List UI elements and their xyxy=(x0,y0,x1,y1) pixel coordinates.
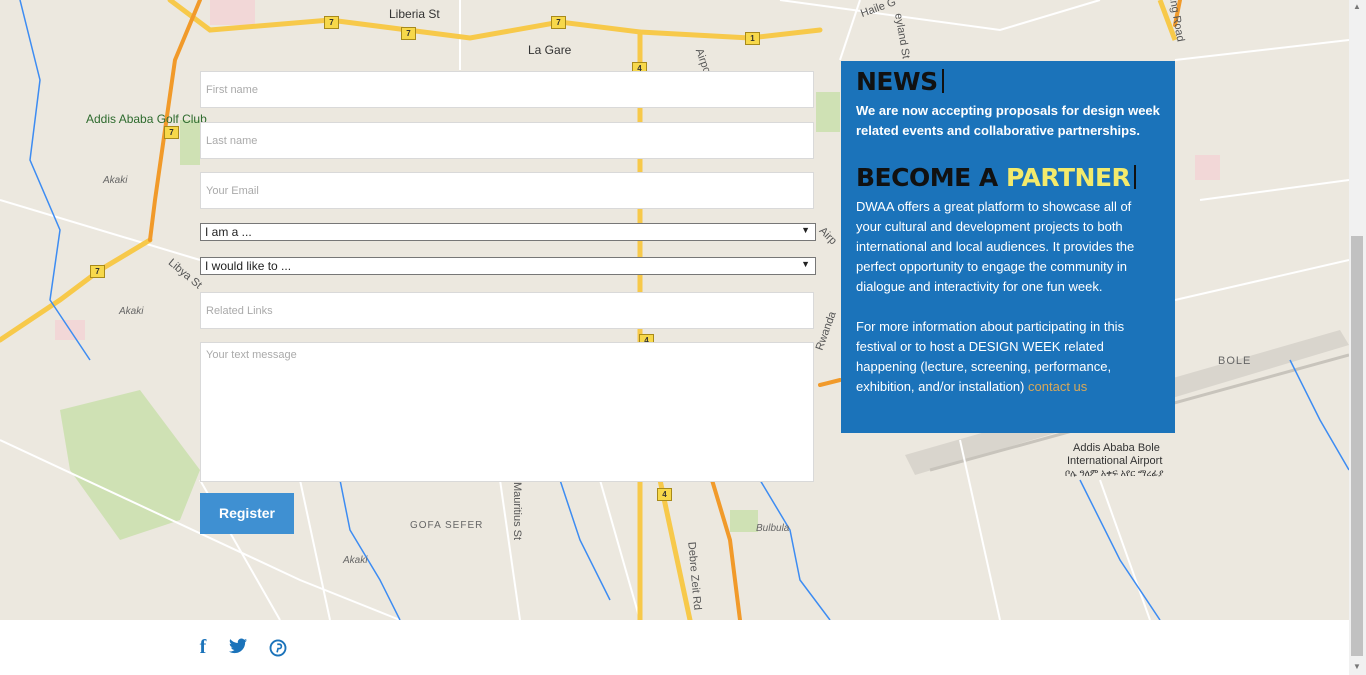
twitter-icon-graphic xyxy=(229,638,247,654)
route-shield: 1 xyxy=(745,32,760,45)
news-heading: NEWS xyxy=(856,67,1160,97)
route-shield: 7 xyxy=(324,16,339,29)
email-input[interactable] xyxy=(200,172,814,209)
route-shield: 7 xyxy=(164,126,179,139)
place-label-akaki-3: Akaki xyxy=(343,555,368,566)
partner-heading: BECOME A PARTNER xyxy=(856,163,1160,193)
facebook-icon[interactable]: f xyxy=(193,636,213,660)
scrollbar[interactable]: ▲ ▼ xyxy=(1349,0,1366,675)
first-name-input[interactable] xyxy=(200,71,814,108)
contact-us-link[interactable]: contact us xyxy=(1028,379,1087,394)
cursor-icon xyxy=(941,69,944,93)
place-label-akaki-2: Akaki xyxy=(119,306,144,317)
area-label-bole: BOLE xyxy=(1218,355,1252,367)
would-like-to-select[interactable]: I would like to ... ▼ xyxy=(200,257,816,275)
place-label-golf-club: Addis Ababa Golf Club xyxy=(86,112,207,126)
news-text: We are now accepting proposals for desig… xyxy=(856,103,1160,138)
dropdown-arrow-icon: ▼ xyxy=(801,225,810,235)
scroll-down-icon[interactable]: ▼ xyxy=(1353,662,1361,671)
pinterest-icon-graphic xyxy=(269,639,287,657)
cursor-icon xyxy=(1134,165,1137,189)
i-am-a-select[interactable]: I am a ... ▼ xyxy=(200,223,816,241)
i-am-a-selected-value: I am a ... xyxy=(205,225,252,239)
place-label-bulbula: Bulbula xyxy=(756,523,790,534)
related-links-input[interactable] xyxy=(200,292,814,329)
airport-label-line-2: International Airport xyxy=(1067,455,1163,467)
place-label-la-gare: La Gare xyxy=(528,43,572,57)
partner-paragraph-2: For more information about participating… xyxy=(856,319,1125,394)
would-like-selected-value: I would like to ... xyxy=(205,259,292,273)
place-label-akaki-1: Akaki xyxy=(103,175,128,186)
scrollbar-thumb[interactable] xyxy=(1351,236,1363,656)
street-label-mauritius: Mauritius St xyxy=(511,481,524,541)
partner-paragraph-1: DWAA offers a great platform to showcase… xyxy=(856,199,1135,294)
route-shield: 7 xyxy=(551,16,566,29)
area-label-gofa: GOFA SEFER xyxy=(410,520,484,531)
scroll-up-icon[interactable]: ▲ xyxy=(1353,2,1361,11)
route-shield: 7 xyxy=(401,27,416,40)
route-shield: 4 xyxy=(657,488,672,501)
message-textarea[interactable] xyxy=(200,342,814,482)
airport-label-line-1: Addis Ababa Bole xyxy=(1073,442,1160,454)
dropdown-arrow-icon: ▼ xyxy=(801,259,810,269)
twitter-icon[interactable] xyxy=(228,638,248,662)
partner-body: DWAA offers a great platform to showcase… xyxy=(856,197,1160,397)
pinterest-icon[interactable] xyxy=(268,639,288,663)
route-shield: 7 xyxy=(90,265,105,278)
last-name-input[interactable] xyxy=(200,122,814,159)
register-button[interactable]: Register xyxy=(200,493,294,534)
street-label-liberia: Liberia St xyxy=(389,7,440,21)
news-panel: NEWS We are now accepting proposals for … xyxy=(841,61,1175,433)
airport-label-line-3: ቦሌ ዓለም አቀፍ አየር ማረፊያ xyxy=(1065,468,1164,478)
